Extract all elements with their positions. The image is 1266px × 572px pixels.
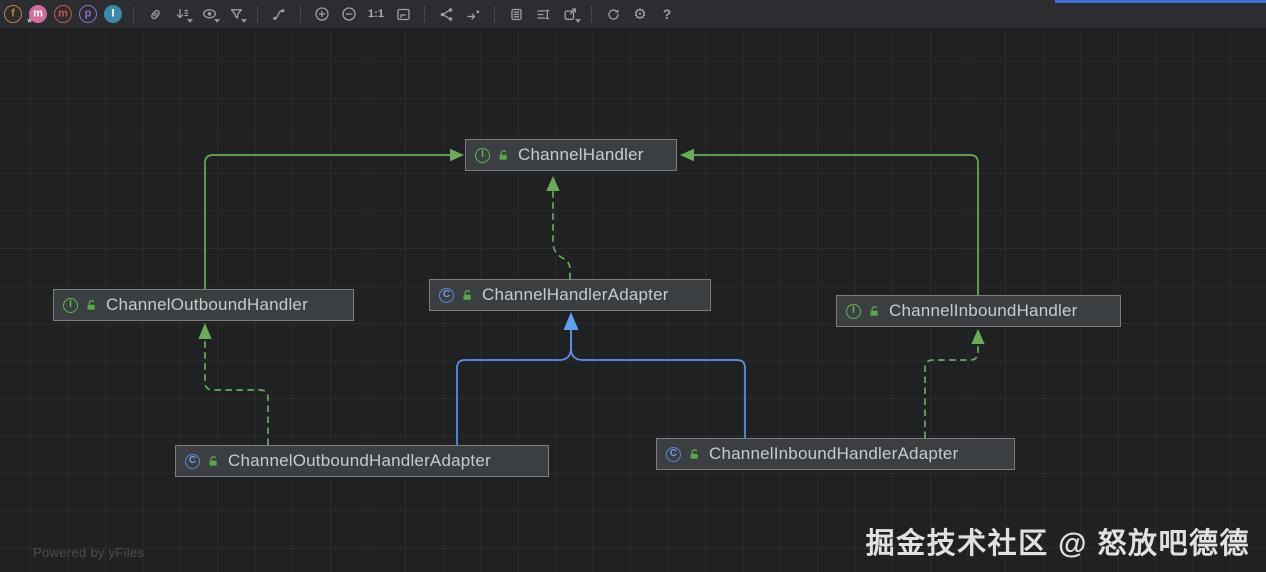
toolbar-separator	[300, 5, 301, 23]
node-label: ChannelInboundHandlerAdapter	[709, 444, 959, 463]
node-label: ChannelOutboundHandlerAdapter	[228, 451, 491, 470]
settings-gear-icon[interactable]	[630, 4, 650, 24]
toolbar-separator	[133, 5, 134, 23]
dependencies-icon[interactable]	[172, 4, 193, 24]
class-icon: C	[185, 453, 200, 469]
edge-routing-icon[interactable]	[269, 4, 289, 24]
node-label: ChannelInboundHandler	[889, 301, 1078, 320]
export-diagram-icon[interactable]	[560, 4, 581, 24]
community-attribution: 掘金技术社区 @ 怒放吧德德	[865, 528, 1250, 560]
zoom-out-icon[interactable]	[339, 4, 359, 24]
node-label: ChannelHandler	[518, 145, 644, 164]
interface-icon: I	[846, 303, 861, 319]
properties-toggle[interactable]: p	[79, 5, 97, 23]
jump-to-source-icon[interactable]	[463, 4, 483, 24]
class-icon: C	[666, 446, 681, 462]
class-icon: C	[439, 287, 454, 303]
unlocked-padlock-icon	[498, 149, 510, 161]
refresh-icon[interactable]	[603, 4, 623, 24]
copy-diagram-icon[interactable]	[506, 4, 526, 24]
top-accent-bar	[1055, 0, 1266, 3]
edit-text-icon[interactable]	[533, 4, 553, 24]
star-badge-icon	[26, 15, 33, 26]
toolbar-separator	[494, 5, 495, 23]
unlocked-padlock-icon	[462, 289, 474, 301]
diagram-toolbar: f m m p I 1:1	[0, 0, 1266, 29]
node-label: ChannelOutboundHandler	[106, 295, 308, 314]
help-icon[interactable]: ?	[657, 4, 677, 24]
visibility-eye-icon[interactable]	[199, 4, 220, 24]
node-channel-outbound-handler[interactable]: I ChannelOutboundHandler	[53, 289, 354, 321]
unlocked-padlock-icon	[689, 448, 701, 460]
fields-toggle[interactable]: f	[4, 5, 22, 23]
constructors-toggle[interactable]: m	[54, 5, 72, 23]
node-channel-handler-adapter[interactable]: C ChannelHandlerAdapter	[429, 279, 711, 311]
show-siblings-icon[interactable]	[436, 4, 456, 24]
inner-classes-toggle[interactable]: I	[104, 5, 122, 23]
interface-icon: I	[475, 147, 490, 163]
node-channel-handler[interactable]: I ChannelHandler	[465, 139, 677, 171]
methods-star-toggle[interactable]: m	[29, 5, 47, 23]
filter-icon[interactable]	[226, 4, 247, 24]
zoom-in-icon[interactable]	[312, 4, 332, 24]
yfiles-watermark: Powered by yFiles	[33, 545, 145, 560]
node-channel-outbound-handler-adapter[interactable]: C ChannelOutboundHandlerAdapter	[175, 445, 549, 477]
fit-content-icon[interactable]	[393, 4, 413, 24]
actual-size-button[interactable]: 1:1	[366, 4, 386, 24]
node-channel-inbound-handler[interactable]: I ChannelInboundHandler	[836, 295, 1121, 327]
node-label: ChannelHandlerAdapter	[482, 285, 669, 304]
link-icon[interactable]	[145, 4, 165, 24]
toolbar-separator	[257, 5, 258, 23]
unlocked-padlock-icon	[86, 299, 98, 311]
node-channel-inbound-handler-adapter[interactable]: C ChannelInboundHandlerAdapter	[656, 438, 1015, 470]
unlocked-padlock-icon	[208, 455, 220, 467]
unlocked-padlock-icon	[869, 305, 881, 317]
interface-icon: I	[63, 297, 78, 313]
toolbar-separator	[424, 5, 425, 23]
toolbar-separator	[591, 5, 592, 23]
